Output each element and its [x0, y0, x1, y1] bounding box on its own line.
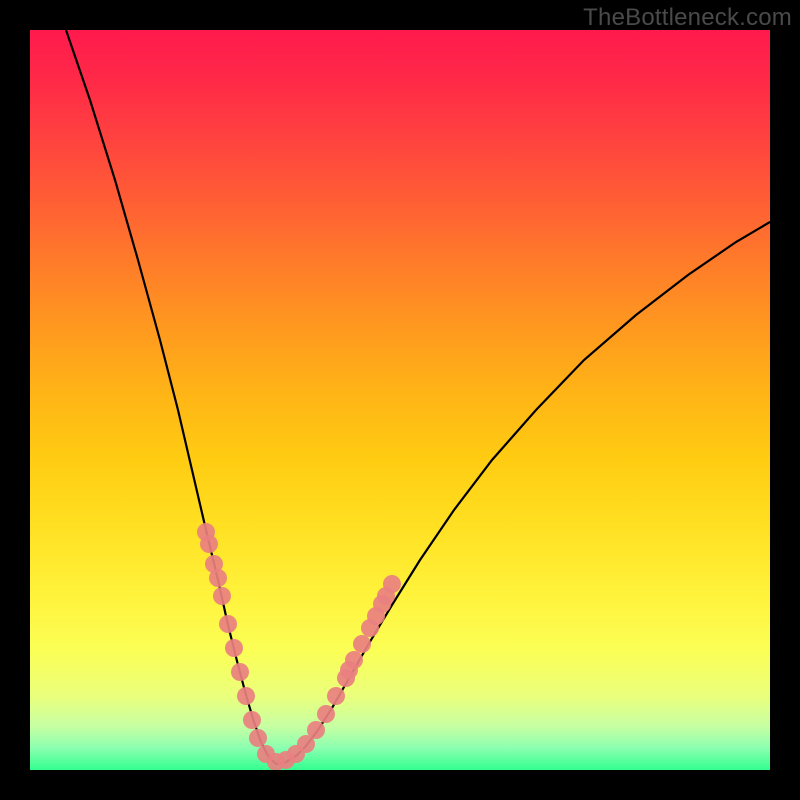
watermark-text: TheBottleneck.com — [583, 4, 792, 32]
plot-area — [30, 30, 770, 770]
data-dot — [345, 651, 363, 669]
data-dot — [307, 721, 325, 739]
data-dot — [383, 575, 401, 593]
curve-left-branch — [66, 30, 276, 764]
chart-svg — [30, 30, 770, 770]
data-dot — [353, 635, 371, 653]
outer-frame: TheBottleneck.com — [0, 0, 800, 800]
data-dot — [219, 615, 237, 633]
data-dot — [231, 663, 249, 681]
data-dot — [327, 687, 345, 705]
data-dot — [243, 711, 261, 729]
data-dot — [317, 705, 335, 723]
data-dot — [237, 687, 255, 705]
data-dot — [209, 569, 227, 587]
data-dots-group — [197, 523, 401, 770]
data-dot — [200, 535, 218, 553]
data-dot — [213, 587, 231, 605]
data-dot — [225, 639, 243, 657]
data-dot — [249, 729, 267, 747]
